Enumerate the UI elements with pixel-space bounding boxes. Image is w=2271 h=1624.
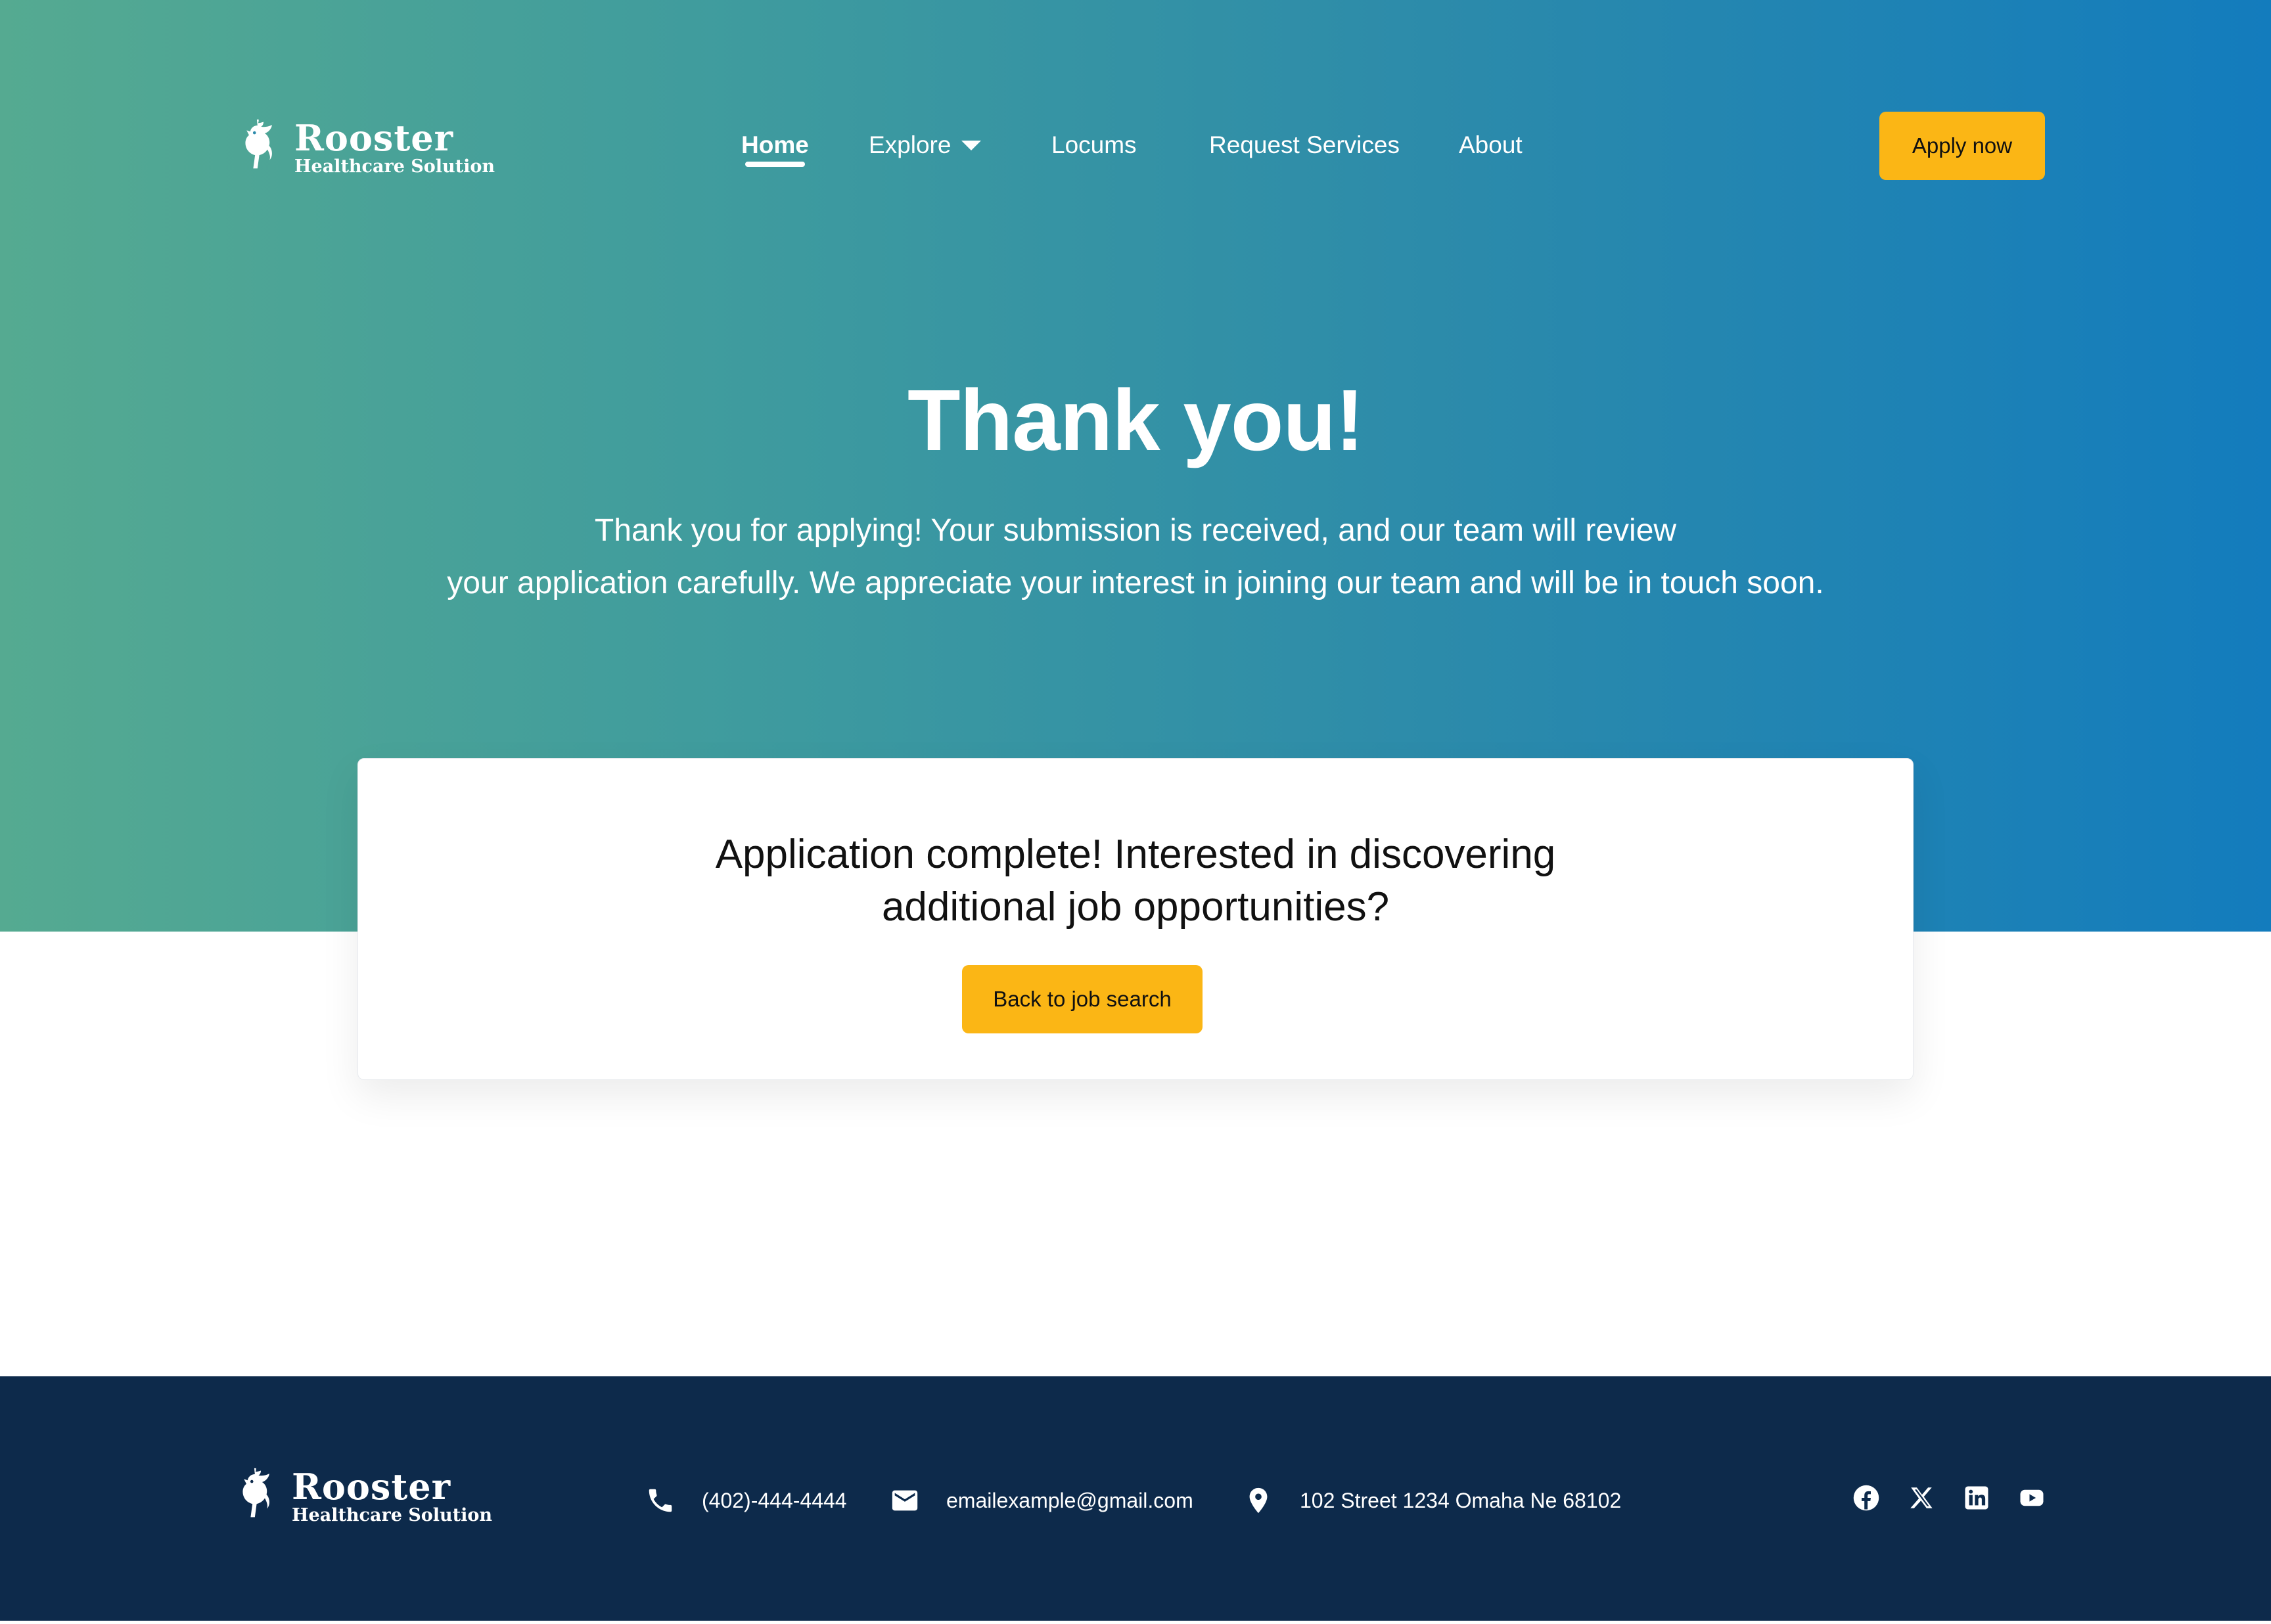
card-message-line-2: additional job opportunities? [881,884,1390,930]
footer-brand-name: Rooster [292,1466,451,1508]
hero-subtitle-line-2: your application carefully. We appreciat… [447,566,1824,600]
phone-icon [649,1489,672,1512]
hero-subtitle-line-1: Thank you for applying! Your submission … [594,513,1677,548]
page-title: Thank you! [907,372,1364,468]
rooster-logo-icon [245,119,272,169]
footer-address[interactable]: 102 Street 1234 Omaha Ne 68102 [1243,1480,1621,1521]
chevron-down-icon [961,140,982,150]
nav-explore-label: Explore [869,131,952,158]
footer-address-text: 102 Street 1234 Omaha Ne 68102 [1300,1488,1622,1512]
footer-email[interactable]: emailexample@gmail.com [890,1480,1193,1521]
card-message-line-1: Application complete! Interested in disc… [715,832,1556,877]
rooster-logo-icon [242,1468,269,1518]
facebook-icon[interactable] [1850,1482,1882,1514]
site-footer: Rooster Healthcare Solution (402)-444-44… [0,1376,2271,1621]
footer-email-text: emailexample@gmail.com [946,1488,1193,1512]
mail-icon [892,1490,918,1511]
nav-request-services-label: Request Services [1209,131,1400,158]
footer-brand-tagline: Healthcare Solution [292,1505,493,1525]
nav-locums-label: Locums [1051,131,1137,158]
footer-phone-text: (402)-444-4444 [702,1488,847,1512]
footer-phone[interactable]: (402)-444-4444 [645,1480,847,1521]
back-to-job-search-button[interactable]: Back to job search [962,965,1203,1033]
nav-home-label: Home [741,131,809,158]
confirmation-card: Application complete! Interested in disc… [357,758,1914,1080]
youtube-icon[interactable] [2016,1482,2048,1514]
nav-about-label: About [1459,131,1523,158]
nav-item-explore[interactable]: Explore [869,129,982,162]
location-pin-icon [1249,1487,1268,1514]
active-underline [745,162,805,167]
x-icon[interactable] [1906,1482,1937,1514]
brand-tagline: Healthcare Solution [294,156,495,177]
nav-item-home[interactable]: Home [741,129,809,167]
linkedin-icon[interactable] [1961,1482,1992,1514]
nav-item-request-services[interactable]: Request Services [1209,129,1400,162]
brand-logo[interactable]: Rooster Healthcare Solution [226,118,495,179]
apply-now-button[interactable]: Apply now [1879,112,2045,180]
footer-brand-logo[interactable]: Rooster Healthcare Solution [223,1467,492,1527]
nav-item-about[interactable]: About [1459,129,1523,162]
brand-name: Rooster [294,117,454,159]
nav-item-locums[interactable]: Locums [1051,129,1137,162]
